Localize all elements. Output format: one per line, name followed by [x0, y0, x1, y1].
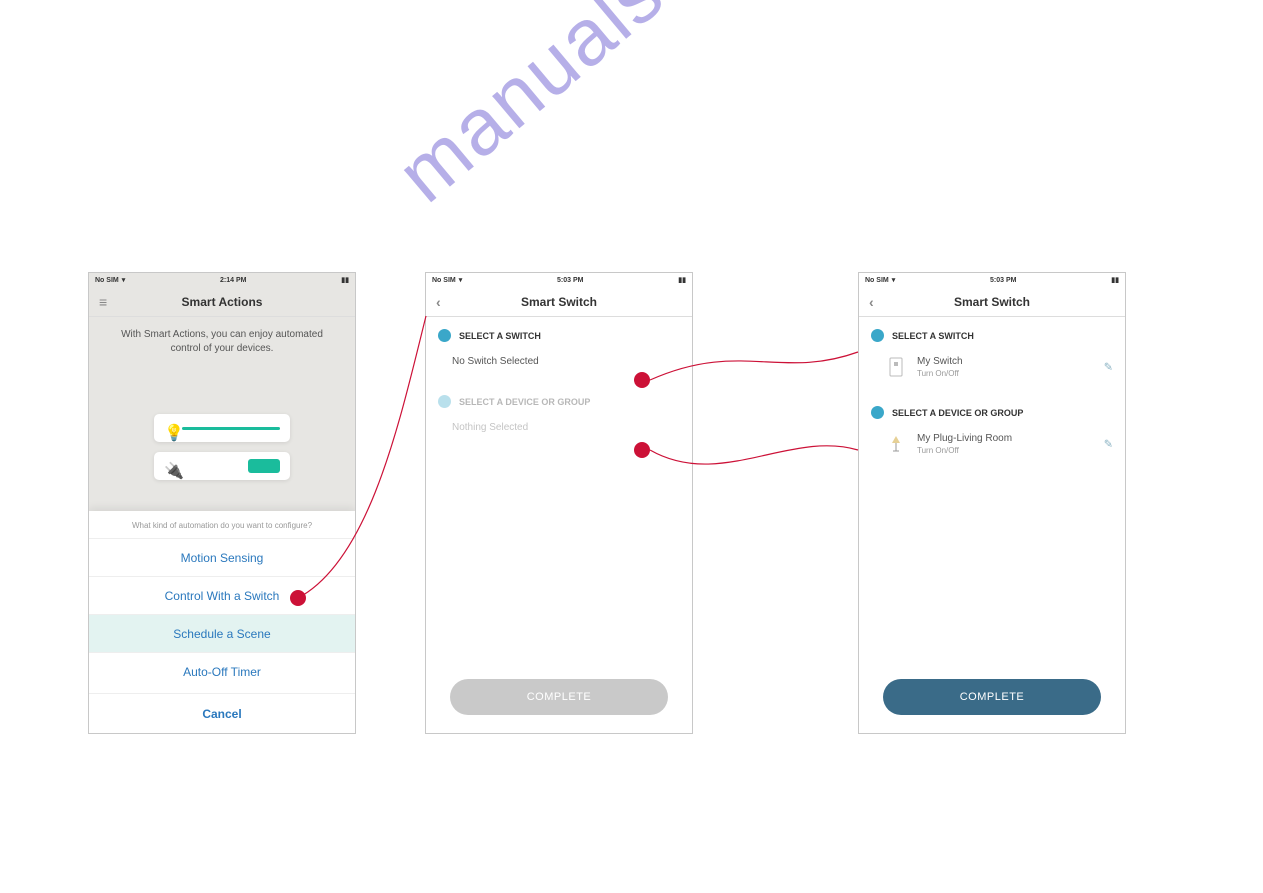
section-label: SELECT A SWITCH — [892, 331, 974, 341]
complete-button[interactable]: COMPLETE — [883, 679, 1101, 715]
device-row[interactable]: My Plug-Living Room Turn On/Off ✎ — [885, 427, 1125, 461]
status-carrier: No SIM ▾ — [865, 276, 895, 284]
phone-screen-smart-actions: No SIM ▾ 2:14 PM ▮▮ ≡ Smart Actions With… — [88, 272, 356, 734]
status-time: 2:14 PM — [220, 277, 246, 284]
navbar: ‹ Smart Switch — [859, 287, 1125, 317]
navbar-title: Smart Switch — [521, 295, 597, 309]
sheet-cancel-button[interactable]: Cancel — [89, 693, 355, 733]
section-bullet-icon — [438, 395, 451, 408]
navbar-title: Smart Actions — [182, 295, 263, 309]
back-icon[interactable]: ‹ — [436, 287, 441, 316]
section-label: SELECT A DEVICE OR GROUP — [459, 397, 590, 407]
edit-icon[interactable]: ✎ — [1104, 438, 1113, 451]
section-select-device: SELECT A DEVICE OR GROUP — [426, 383, 692, 414]
status-bar: No SIM ▾ 5:03 PM ▮▮ — [426, 273, 692, 287]
switch-icon — [885, 357, 907, 377]
device-row-label: Nothing Selected — [452, 422, 528, 433]
status-time: 5:03 PM — [990, 277, 1016, 284]
sheet-option-switch[interactable]: Control With a Switch — [89, 576, 355, 614]
section-bullet-icon — [871, 329, 884, 342]
navbar: ≡ Smart Actions — [89, 287, 355, 317]
sheet-prompt: What kind of automation do you want to c… — [89, 511, 355, 538]
phone-screen-smart-switch-configured: No SIM ▾ 5:03 PM ▮▮ ‹ Smart Switch SELEC… — [858, 272, 1126, 734]
switch-action: Turn On/Off — [917, 369, 963, 378]
wifi-icon: ▾ — [122, 276, 126, 284]
status-battery: ▮▮ — [1111, 276, 1119, 284]
watermark-text: manualshive.com — [380, 0, 939, 220]
switch-row-empty[interactable]: No Switch Selected — [452, 350, 692, 373]
navbar: ‹ Smart Switch — [426, 287, 692, 317]
sheet-option-autooff[interactable]: Auto-Off Timer — [89, 652, 355, 690]
sheet-option-schedule[interactable]: Schedule a Scene — [89, 614, 355, 652]
callout-dot — [634, 442, 650, 458]
status-battery: ▮▮ — [341, 276, 349, 284]
lamp-icon: 💡 — [164, 423, 174, 433]
switch-row-label: No Switch Selected — [452, 356, 539, 367]
navbar-title: Smart Switch — [954, 295, 1030, 309]
sheet-option-motion[interactable]: Motion Sensing — [89, 538, 355, 576]
section-label: SELECT A SWITCH — [459, 331, 541, 341]
wifi-icon: ▾ — [459, 276, 463, 284]
section-bullet-icon — [438, 329, 451, 342]
page-description: With Smart Actions, you can enjoy automa… — [89, 317, 355, 356]
complete-button: COMPLETE — [450, 679, 668, 715]
lamp-icon — [885, 434, 907, 454]
demo-card: 🔌 — [154, 452, 290, 480]
back-icon[interactable]: ‹ — [869, 287, 874, 316]
callout-dot — [290, 590, 306, 606]
callout-dot — [634, 372, 650, 388]
edit-icon[interactable]: ✎ — [1104, 361, 1113, 374]
menu-icon[interactable]: ≡ — [99, 287, 107, 316]
plug-icon: 🔌 — [164, 461, 174, 471]
status-bar: No SIM ▾ 2:14 PM ▮▮ — [89, 273, 355, 287]
device-row-empty: Nothing Selected — [452, 416, 692, 439]
section-select-switch: SELECT A SWITCH — [859, 317, 1125, 348]
status-bar: No SIM ▾ 5:03 PM ▮▮ — [859, 273, 1125, 287]
section-bullet-icon — [871, 406, 884, 419]
demo-card: 💡 — [154, 414, 290, 442]
section-label: SELECT A DEVICE OR GROUP — [892, 408, 1023, 418]
wifi-icon: ▾ — [892, 276, 896, 284]
switch-row[interactable]: My Switch Turn On/Off ✎ — [885, 350, 1125, 384]
decorative-cards: 💡 🔌 — [89, 414, 355, 480]
status-battery: ▮▮ — [678, 276, 686, 284]
action-sheet: What kind of automation do you want to c… — [89, 511, 355, 733]
section-select-switch: SELECT A SWITCH — [426, 317, 692, 348]
section-select-device: SELECT A DEVICE OR GROUP — [859, 394, 1125, 425]
phone-screen-smart-switch-empty: No SIM ▾ 5:03 PM ▮▮ ‹ Smart Switch SELEC… — [425, 272, 693, 734]
device-action: Turn On/Off — [917, 446, 1012, 455]
status-carrier: No SIM ▾ — [432, 276, 462, 284]
device-name: My Plug-Living Room — [917, 433, 1012, 444]
switch-name: My Switch — [917, 356, 963, 367]
status-carrier: No SIM ▾ — [95, 276, 125, 284]
status-time: 5:03 PM — [557, 277, 583, 284]
